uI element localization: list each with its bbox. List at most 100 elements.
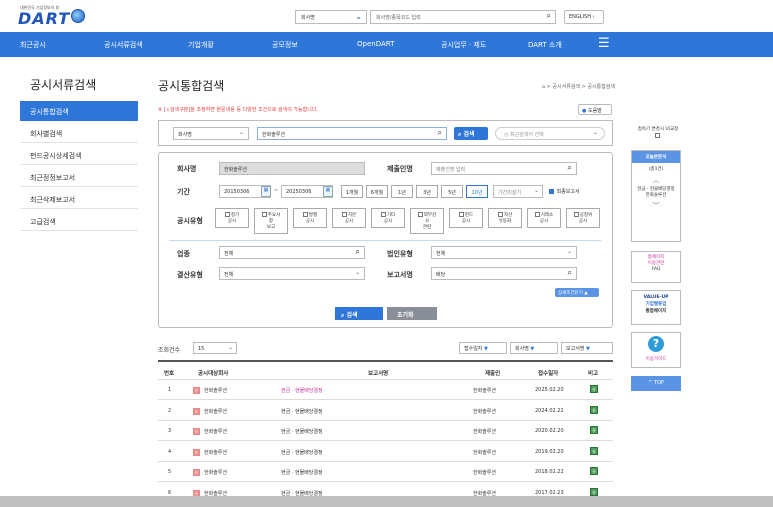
row-report[interactable]: 현금 · 현물배당결정 <box>281 469 323 476</box>
sort-company-select[interactable]: 회사명 ▼ <box>510 342 558 354</box>
hamburger-menu-icon[interactable]: ☰ <box>598 36 610 51</box>
type-fund[interactable]: 펀드 공시 <box>449 208 483 228</box>
faq-link[interactable]: 홈페이지 이용관련 FAQ <box>631 251 681 283</box>
settlement-select[interactable]: 전체 ⌄ <box>219 267 365 280</box>
row-report[interactable]: 현금 · 현물배당결정 <box>281 408 323 415</box>
checkbox-icon <box>534 212 540 217</box>
header-search-input[interactable]: 회사명/종목코드 입력 ⌕ <box>370 10 556 24</box>
reset-button[interactable]: 초기화 <box>387 307 437 320</box>
row-company[interactable]: 유 한화솔루션 <box>193 407 227 415</box>
period-3y-button[interactable]: 3년 <box>416 185 438 198</box>
english-button[interactable]: ENGLISH › <box>564 10 604 24</box>
sidebar-item-integrated[interactable]: 공시통합검색 <box>20 101 138 121</box>
col-submitter: 제출인 <box>485 371 501 377</box>
sort-date-select[interactable]: 접수일자 ▼ <box>459 342 507 354</box>
nav-item-opendart[interactable]: OpenDART <box>357 40 394 48</box>
scroll-top-button[interactable]: ^ TOP <box>631 376 681 391</box>
row-note[interactable]: 유 <box>590 385 598 393</box>
row-report[interactable]: 현금 · 현물배당결정 <box>281 449 323 456</box>
type-fund-line2: 공시 <box>461 219 471 224</box>
row-company[interactable]: 유 한화솔루션 <box>193 469 227 476</box>
nav-item-recent[interactable]: 최근공시 <box>20 40 46 50</box>
form-search-button[interactable]: ⌕ 검색 <box>335 307 383 320</box>
period-1m-button[interactable]: 1개월 <box>341 185 363 198</box>
row-company[interactable]: 유 한화솔루션 <box>193 448 227 456</box>
row-note[interactable]: 유 <box>590 426 598 434</box>
chevron-down-icon: ⌄ <box>355 12 362 21</box>
sidebar-item-advanced[interactable]: 고급검색 <box>20 211 138 231</box>
type-other-line2: 공시 <box>383 219 393 224</box>
search-icon[interactable]: ⌕ <box>356 247 360 257</box>
row-number: 6 <box>168 489 172 496</box>
sidebar-item-corrected[interactable]: 최근정정보고서 <box>20 167 138 187</box>
type-exchange[interactable]: 거래소 공시 <box>527 208 561 228</box>
nav-item-company[interactable]: 기업개황 <box>188 40 214 50</box>
company-search-input[interactable]: 한화솔루션 ⌕ <box>257 127 447 140</box>
chevron-up-icon[interactable]: ︿ <box>632 175 680 185</box>
layout-notice[interactable]: 접속기 변경시 UI교정 <box>636 127 680 140</box>
search-icon[interactable]: ⌕ <box>568 163 572 173</box>
industry-input[interactable]: 전체 ⌕ <box>219 246 365 259</box>
period-10y-button[interactable]: 10년 <box>466 185 488 198</box>
nav-item-disclosure-search[interactable]: 공시서류검색 <box>104 40 143 50</box>
row-note[interactable]: 유 <box>590 467 598 475</box>
corp-type-select[interactable]: 전체 ⌄ <box>431 246 577 259</box>
sidebar-item-label: 회사별검색 <box>30 130 63 138</box>
nav-item-offering[interactable]: 공모정보 <box>272 40 298 50</box>
type-issue[interactable]: 발행 공시 <box>293 208 327 228</box>
search-button[interactable]: ⌕ 검색 <box>454 127 488 140</box>
scroll-top-label: TOP <box>653 380 664 386</box>
type-exchange-line2: 공시 <box>539 219 549 224</box>
report-name-input[interactable]: 배당 ⌕ <box>431 267 577 280</box>
recent-search-select[interactable]: ◷ 최근검색어 선택 ⌄ <box>495 127 605 140</box>
company-field[interactable]: 한화솔루션 <box>219 162 365 175</box>
submitter-input[interactable]: 제출인명 입력 ⌕ <box>431 162 577 175</box>
sort-report-select[interactable]: 보고서명 ▼ <box>561 342 613 354</box>
row-report[interactable]: 현금 · 현물배당결정 <box>281 428 323 435</box>
row-note[interactable]: 유 <box>590 487 598 496</box>
sidebar-item-company[interactable]: 회사별검색 <box>20 123 138 143</box>
period-1y-button[interactable]: 1년 <box>391 185 413 198</box>
type-equity[interactable]: 지분 공시 <box>332 208 366 228</box>
row-report[interactable]: 현금 · 현물배당결정 <box>281 387 323 394</box>
type-ftc[interactable]: 공정위 공시 <box>566 208 600 228</box>
search-icon[interactable]: ⌕ <box>547 11 551 21</box>
report-name-label: 보고서명 <box>387 271 413 279</box>
calendar-icon[interactable]: ▦ <box>261 186 271 197</box>
row-company[interactable]: 유 한화솔루션 <box>193 387 227 394</box>
detail-toggle-button[interactable]: 상세조건닫기 ▲ <box>555 288 599 297</box>
period-6m-button[interactable]: 6개월 <box>366 185 388 198</box>
dart-logo[interactable]: DART <box>18 9 70 28</box>
sidebar-item-fund[interactable]: 펀드공시상세검색 <box>20 145 138 165</box>
nav-item-about[interactable]: DART 소개 <box>528 40 562 50</box>
type-audit[interactable]: 외부감 사 관련 <box>410 208 444 234</box>
nav-item-system[interactable]: 공시업무 · 제도 <box>441 40 486 50</box>
row-report-name: 현금 · 현물배당결정 <box>281 388 323 394</box>
period-5y-button[interactable]: 5년 <box>441 185 463 198</box>
result-count-select[interactable]: 15 ⌄ <box>193 342 237 354</box>
home-icon[interactable]: ⌂ <box>542 84 545 90</box>
header-search-type-select[interactable]: 회사명 ⌄ <box>295 10 367 24</box>
type-major[interactable]: 주요사 항 보고 <box>254 208 288 234</box>
type-other[interactable]: 기타 공시 <box>371 208 405 228</box>
period-select[interactable]: 기간미설기 ⌄ <box>493 185 543 198</box>
final-report-checkbox[interactable]: 최종보고서 <box>549 188 580 195</box>
row-note[interactable]: 유 <box>590 446 598 455</box>
search-icon[interactable]: ⌕ <box>568 268 572 278</box>
calendar-icon[interactable]: ▦ <box>323 186 333 197</box>
type-regular[interactable]: 정기 공시 <box>215 208 249 228</box>
checkbox-icon <box>655 133 660 138</box>
help-button[interactable]: ● 도움말 <box>578 104 612 115</box>
recent-doc-item[interactable]: 현금 · 현물배당결정 한화솔루션 <box>632 185 680 201</box>
value-up-link[interactable]: VALUE-UP 기업밸류업 통합페이지 <box>631 290 681 325</box>
search-type-select[interactable]: 회사명 ⌄ <box>173 127 249 140</box>
sidebar-item-deleted[interactable]: 최근삭제보고서 <box>20 189 138 209</box>
caret-down-icon: ▼ <box>586 346 590 352</box>
type-asset[interactable]: 자산 유동화 <box>488 208 522 228</box>
chevron-down-icon[interactable]: ﹀ <box>632 201 680 211</box>
search-icon[interactable]: ⌕ <box>438 128 442 138</box>
row-note[interactable]: 유 <box>590 405 598 414</box>
row-company[interactable]: 유 한화솔루션 <box>193 428 227 435</box>
sidebar-item-label: 펀드공시상세검색 <box>30 152 82 160</box>
user-guide-link[interactable]: ? 이용가이드 <box>631 332 681 368</box>
